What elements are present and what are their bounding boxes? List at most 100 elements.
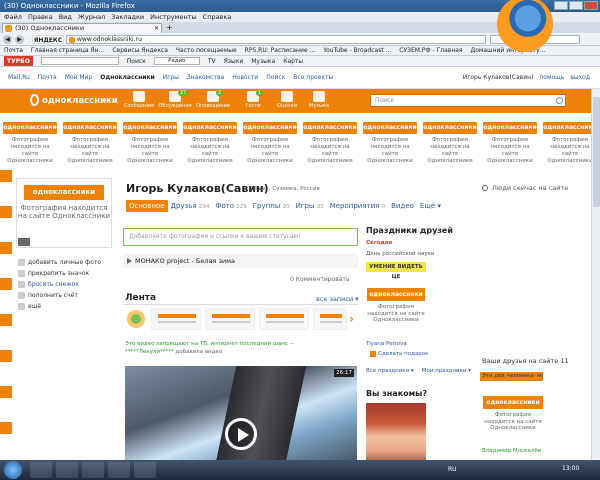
- close-tab-icon[interactable]: ✕: [154, 24, 159, 33]
- status-music[interactable]: МОНАКО project - Белая зима: [123, 254, 358, 268]
- bookmark-item[interactable]: СУЗЕМ.РФ - Главная: [399, 46, 462, 55]
- portal-link[interactable]: Поиск: [266, 74, 285, 81]
- maximize-button[interactable]: [569, 1, 583, 10]
- status-input[interactable]: Добавляйте фотографии и ссылки к вашим с…: [123, 228, 358, 246]
- user-name[interactable]: Игорь Кулаков(Савин): [463, 74, 534, 81]
- carousel-item[interactable]: [313, 308, 347, 330]
- make-gift-link[interactable]: Сделать подарок: [370, 351, 428, 357]
- tab-main[interactable]: Основное: [126, 200, 168, 212]
- portal-link[interactable]: Мой Мир: [65, 74, 93, 81]
- nav-guests[interactable]: 1 Гости: [236, 90, 270, 109]
- holiday-banner[interactable]: УМЕНИЕ ВИДЕТЬ ЦЕ: [366, 262, 426, 280]
- play-icon[interactable]: [225, 418, 257, 450]
- carousel-next-icon[interactable]: ›: [349, 310, 357, 328]
- ad-cell[interactable]: одноклассники Фотография находится на сай…: [302, 122, 358, 164]
- forward-arrow-icon[interactable]: ▶: [15, 35, 24, 44]
- menu-history[interactable]: Журнал: [78, 12, 105, 22]
- taskbar-app-explorer[interactable]: [30, 462, 52, 478]
- bookmark-item[interactable]: RP5.RU: Расписание ...: [245, 46, 316, 55]
- profile-avatar[interactable]: одноклассники Фотография находится на са…: [16, 178, 112, 248]
- url-bar[interactable]: www.odnoklassniki.ru: [66, 35, 486, 44]
- nav-discussions[interactable]: 27 Обсуждения: [158, 90, 192, 109]
- gift-card[interactable]: одноклассники Фотография находится на са…: [366, 288, 426, 338]
- camera-icon[interactable]: [18, 238, 30, 246]
- attach-badge-link[interactable]: прикрепить значок: [18, 269, 89, 278]
- toolbar-languages-button[interactable]: Языки: [224, 56, 244, 66]
- gift-user[interactable]: Tiyana Petrova: [366, 341, 407, 347]
- post-title[interactable]: Это видео запрещают на ТВ, интернет посл…: [125, 341, 294, 347]
- site-search-input[interactable]: Поиск: [370, 94, 566, 107]
- portal-link[interactable]: Почта: [38, 74, 57, 81]
- carousel-avatar[interactable]: [125, 308, 147, 330]
- taskbar-app-firefox[interactable]: [82, 462, 104, 478]
- nav-messages[interactable]: Сообщения: [122, 91, 156, 109]
- toolbar-tv-button[interactable]: TV: [208, 56, 216, 66]
- turbo-logo[interactable]: ТУРБО: [4, 56, 33, 66]
- search-icon[interactable]: [556, 97, 563, 104]
- menu-bookmarks[interactable]: Закладки: [111, 12, 144, 22]
- portal-link[interactable]: Игры: [163, 74, 179, 81]
- tab-groups[interactable]: Группы 20: [250, 200, 293, 212]
- ad-cell[interactable]: одноклассники Фотография находится на сай…: [422, 122, 478, 164]
- menu-edit[interactable]: Правка: [28, 12, 53, 22]
- page-scrollbar[interactable]: [591, 89, 600, 460]
- feed-filter-select[interactable]: все записи ▾: [316, 295, 359, 303]
- ad-cell[interactable]: одноклассники Фотография находится на сай…: [542, 122, 598, 164]
- tab-videos[interactable]: Видео: [388, 200, 417, 212]
- bookmark-item[interactable]: YouTube - Broadcast ...: [323, 46, 391, 55]
- toolbar-search-input[interactable]: [40, 57, 119, 65]
- my-holidays-link[interactable]: Мои праздники ▾: [422, 368, 471, 374]
- menu-help[interactable]: Справка: [203, 12, 232, 22]
- carousel-item[interactable]: [151, 308, 201, 330]
- tab-events[interactable]: Мероприятия 0: [327, 200, 388, 212]
- start-button[interactable]: [4, 461, 22, 479]
- bookmark-item[interactable]: Сервисы Яндекса: [112, 46, 168, 55]
- post-author-name[interactable]: *****Лекули*****: [125, 349, 174, 355]
- new-tab-button[interactable]: +: [166, 24, 176, 32]
- nav-notifications[interactable]: 2 Оповещения: [196, 90, 230, 109]
- ad-cell[interactable]: одноклассники Фотография находится на сай…: [62, 122, 118, 164]
- ad-cell[interactable]: одноклассники Фотография находится на сай…: [2, 122, 58, 164]
- odnoklassniki-logo[interactable]: одноклассники: [30, 94, 118, 106]
- menu-view[interactable]: Вид: [59, 12, 72, 22]
- minimize-button[interactable]: [554, 1, 568, 10]
- friend-name[interactable]: Владимир Москалёв: [482, 448, 541, 454]
- tab-friends[interactable]: Друзья 234: [168, 200, 213, 212]
- friends-online-bar[interactable]: Эти два человека- мо: [480, 372, 543, 381]
- online-now-header[interactable]: Люди сейчас на сайте: [482, 184, 592, 192]
- friend-card[interactable]: одноклассники Фотография находится на са…: [482, 396, 544, 446]
- portal-link-all-projects[interactable]: Все проекты: [293, 74, 333, 81]
- toolbar-maps-button[interactable]: Карты: [283, 56, 303, 66]
- radio-select[interactable]: Радио: [153, 57, 200, 65]
- taskbar-app[interactable]: [134, 462, 156, 478]
- tab-photos[interactable]: Фото 129: [212, 200, 249, 212]
- carousel-item[interactable]: [259, 308, 309, 330]
- language-indicator[interactable]: RU: [448, 466, 457, 473]
- toolbar-search-button[interactable]: Поиск: [127, 56, 146, 66]
- video-player[interactable]: 26:17: [125, 366, 357, 472]
- add-photos-link[interactable]: добавить личные фото: [18, 258, 101, 267]
- nav-music[interactable]: Музыка: [302, 91, 336, 109]
- ad-cell[interactable]: одноклассники Фотография находится на сай…: [122, 122, 178, 164]
- carousel-item[interactable]: [205, 308, 255, 330]
- help-link[interactable]: помощь: [539, 74, 564, 81]
- ad-cell[interactable]: одноклассники Фотография находится на сай…: [242, 122, 298, 164]
- ad-cell[interactable]: одноклассники Фотография находится на сай…: [182, 122, 238, 164]
- portal-link-current[interactable]: Одноклассники: [100, 74, 154, 81]
- ad-cell[interactable]: одноклассники Фотография находится на сай…: [362, 122, 418, 164]
- scrollbar-thumb[interactable]: [593, 97, 600, 207]
- portal-link[interactable]: Mail.Ru: [8, 74, 30, 81]
- back-arrow-icon[interactable]: ◀: [3, 35, 12, 44]
- clock[interactable]: 13:00: [562, 465, 579, 472]
- taskbar-app[interactable]: [108, 462, 130, 478]
- taskbar-app-media[interactable]: [56, 462, 78, 478]
- bookmark-item[interactable]: Часто посещаемые: [176, 46, 237, 55]
- more-link[interactable]: ещё: [18, 302, 41, 311]
- comment-link[interactable]: 0 Комментировать: [290, 276, 349, 283]
- tab-more[interactable]: Ещё ▾: [417, 200, 444, 212]
- menu-file[interactable]: Файл: [4, 12, 22, 22]
- bookmark-item[interactable]: Главная страница Ян...: [31, 46, 104, 55]
- yandex-badge[interactable]: ЯНДЕКС: [32, 35, 64, 44]
- all-holidays-link[interactable]: Все праздники ▾: [366, 368, 414, 374]
- logout-link[interactable]: выход: [570, 74, 590, 81]
